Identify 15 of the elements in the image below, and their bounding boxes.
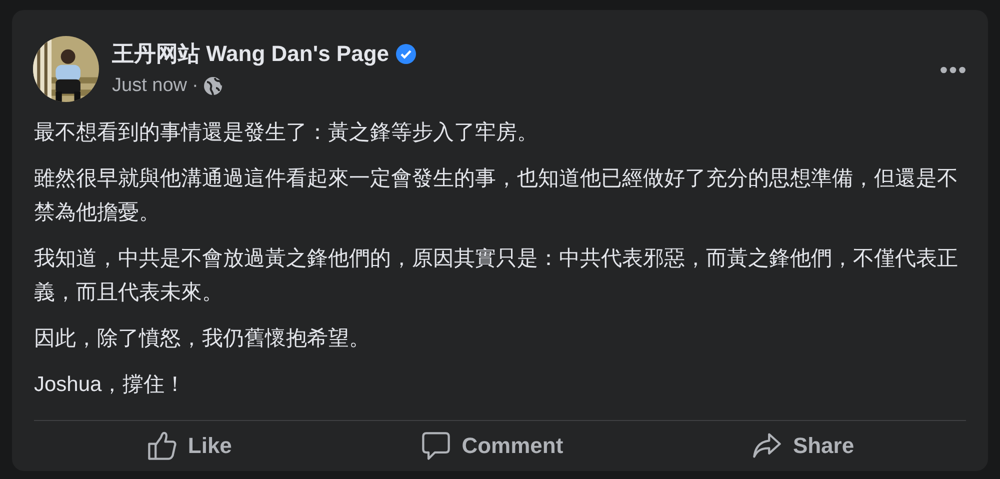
post-paragraph: 最不想看到的事情還是發生了：黃之鋒等步入了牢房。 xyxy=(34,120,539,146)
more-options-icon[interactable] xyxy=(940,66,966,74)
speech-bubble-icon xyxy=(420,430,452,462)
globe-icon xyxy=(203,76,224,96)
post-paragraph: 因此，除了憤怒，我仍舊懷抱希望。 xyxy=(34,326,371,352)
post-time[interactable]: Just now xyxy=(112,75,187,97)
post-paragraph: Joshua，撐住！ xyxy=(34,372,187,398)
post-paragraph: 我知道，中共是不會放過黃之鋒他們的，原因其實只是：中共代表邪惡，而黃之鋒他們，不僅代表正義，而且代表未來。 xyxy=(34,246,959,306)
thumbs-up-icon xyxy=(146,430,178,462)
share-button[interactable]: Share xyxy=(738,424,866,468)
post-paragraph: 雖然很早就與他溝通過這件看起來一定會發生的事，也知道他已經做好了充分的思想準備，但還是不禁為他擔憂。 xyxy=(34,166,959,226)
like-button[interactable]: Like xyxy=(134,424,244,468)
page-name[interactable]: 王丹网站 Wang Dan's Page xyxy=(112,39,390,69)
comment-button[interactable]: Comment xyxy=(408,424,576,468)
separator-dot: · xyxy=(192,75,198,97)
